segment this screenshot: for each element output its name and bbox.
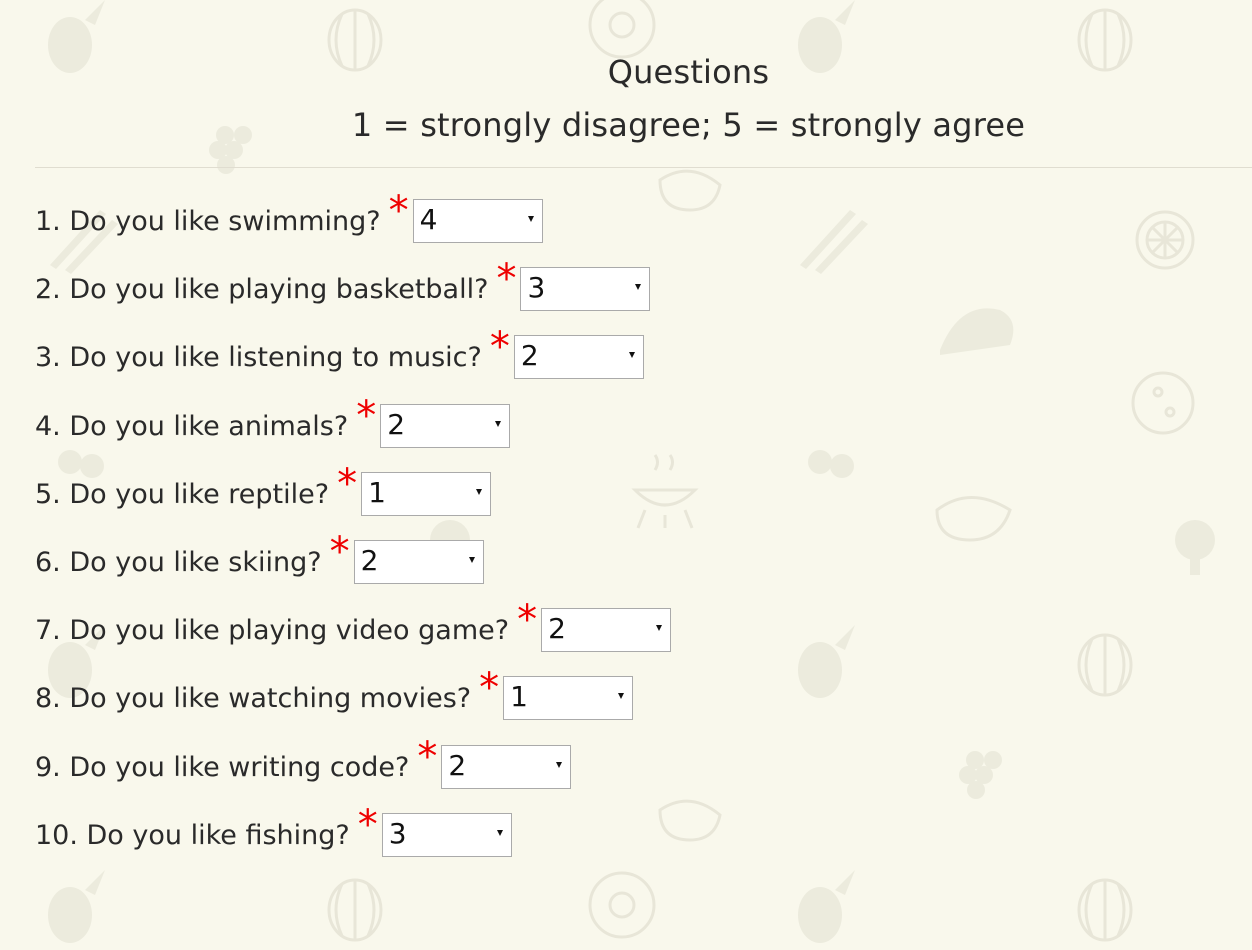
dropdown-arrow-icon xyxy=(635,284,642,290)
watermelon-icon xyxy=(1077,878,1133,942)
broccoli-icon xyxy=(1175,520,1215,575)
grapes-icon xyxy=(959,751,1002,799)
selected-value: 2 xyxy=(448,749,467,782)
question-label: 4. Do you like animals? xyxy=(35,410,349,442)
dropdown-arrow-icon xyxy=(468,557,475,563)
selected-value: 2 xyxy=(387,408,406,441)
question-label: 7. Do you like playing video game? xyxy=(35,614,510,646)
asparagus-icon xyxy=(800,210,868,274)
pineapple-icon xyxy=(48,870,105,943)
question-row: 9. Do you like writing code? * 2 xyxy=(35,737,572,789)
dropdown-arrow-icon xyxy=(628,352,635,358)
dropdown-arrow-icon xyxy=(527,216,534,222)
rating-select[interactable]: 4 xyxy=(412,199,543,243)
header-divider xyxy=(35,167,1252,168)
required-indicator: * xyxy=(337,461,358,507)
question-row: 2. Do you like playing basketball? * 3 xyxy=(35,259,651,311)
steak-icon xyxy=(658,169,722,212)
donut-icon xyxy=(588,871,656,939)
required-indicator: * xyxy=(329,529,350,575)
required-indicator: * xyxy=(417,734,438,780)
question-label: 5. Do you like reptile? xyxy=(35,478,330,510)
citrus-icon xyxy=(1135,210,1195,270)
watermelon-icon xyxy=(1077,633,1133,697)
selected-value: 3 xyxy=(527,271,546,304)
questions-header: Questions 1 = strongly disagree; 5 = str… xyxy=(0,0,1252,147)
rating-select[interactable]: 1 xyxy=(503,676,634,720)
scale-legend: 1 = strongly disagree; 5 = strongly agre… xyxy=(351,106,1026,144)
required-indicator: * xyxy=(356,393,377,439)
rating-select[interactable]: 3 xyxy=(381,813,512,857)
question-label: 10. Do you like fishing? xyxy=(35,819,350,851)
required-indicator: * xyxy=(479,665,500,711)
question-label: 2. Do you like playing basketball? xyxy=(35,273,489,305)
question-row: 8. Do you like watching movies? * 1 xyxy=(35,668,634,720)
page-title: Questions xyxy=(607,53,770,91)
selected-value: 2 xyxy=(548,612,566,645)
dropdown-arrow-icon xyxy=(656,625,663,631)
question-row: 4. Do you like animals? * 2 xyxy=(35,396,511,448)
selected-value: 1 xyxy=(510,680,528,713)
rating-select[interactable]: 2 xyxy=(513,335,644,379)
rating-select[interactable]: 3 xyxy=(520,267,651,311)
dropdown-arrow-icon xyxy=(618,693,625,699)
required-indicator: * xyxy=(388,188,409,234)
required-indicator: * xyxy=(489,324,510,370)
question-row: 3. Do you like listening to music? * 2 xyxy=(35,327,644,379)
pineapple-icon xyxy=(798,870,855,943)
required-indicator: * xyxy=(517,597,538,643)
selected-value: 1 xyxy=(368,476,386,509)
dropdown-arrow-icon xyxy=(476,489,483,495)
chicken-icon xyxy=(940,308,1014,355)
question-label: 1. Do you like swimming? xyxy=(35,205,381,237)
pizza-icon xyxy=(1131,371,1195,435)
selected-value: 2 xyxy=(360,544,379,577)
rating-select[interactable]: 1 xyxy=(361,472,492,516)
question-label: 6. Do you like skiing? xyxy=(35,546,322,578)
question-row: 5. Do you like reptile? * 1 xyxy=(35,464,492,516)
steak-icon xyxy=(935,496,1012,542)
steak-icon xyxy=(658,799,722,842)
selected-value: 4 xyxy=(419,203,438,236)
cherry-icon xyxy=(808,450,854,478)
dropdown-arrow-icon xyxy=(496,830,503,836)
required-indicator: * xyxy=(357,802,378,848)
watermelon-icon xyxy=(327,878,383,942)
rating-select[interactable]: 2 xyxy=(441,745,572,789)
grill-icon xyxy=(631,454,699,529)
question-row: 6. Do you like skiing? * 2 xyxy=(35,532,484,584)
question-row: 10. Do you like fishing? * 3 xyxy=(35,805,512,857)
question-label: 9. Do you like writing code? xyxy=(35,751,410,783)
rating-select[interactable]: 2 xyxy=(541,608,672,652)
selected-value: 2 xyxy=(520,339,539,372)
question-label: 3. Do you like listening to music? xyxy=(35,341,482,373)
pineapple-icon xyxy=(798,625,855,698)
selected-value: 3 xyxy=(388,817,407,850)
questionnaire-page: Questions 1 = strongly disagree; 5 = str… xyxy=(0,0,1252,857)
question-label: 8. Do you like watching movies? xyxy=(35,682,472,714)
question-row: 1. Do you like swimming? * 4 xyxy=(35,191,543,243)
dropdown-arrow-icon xyxy=(495,421,502,427)
required-indicator: * xyxy=(496,256,517,302)
question-row: 7. Do you like playing video game? * 2 xyxy=(35,600,672,652)
dropdown-arrow-icon xyxy=(556,762,563,768)
rating-select[interactable]: 2 xyxy=(380,404,511,448)
rating-select[interactable]: 2 xyxy=(353,540,484,584)
